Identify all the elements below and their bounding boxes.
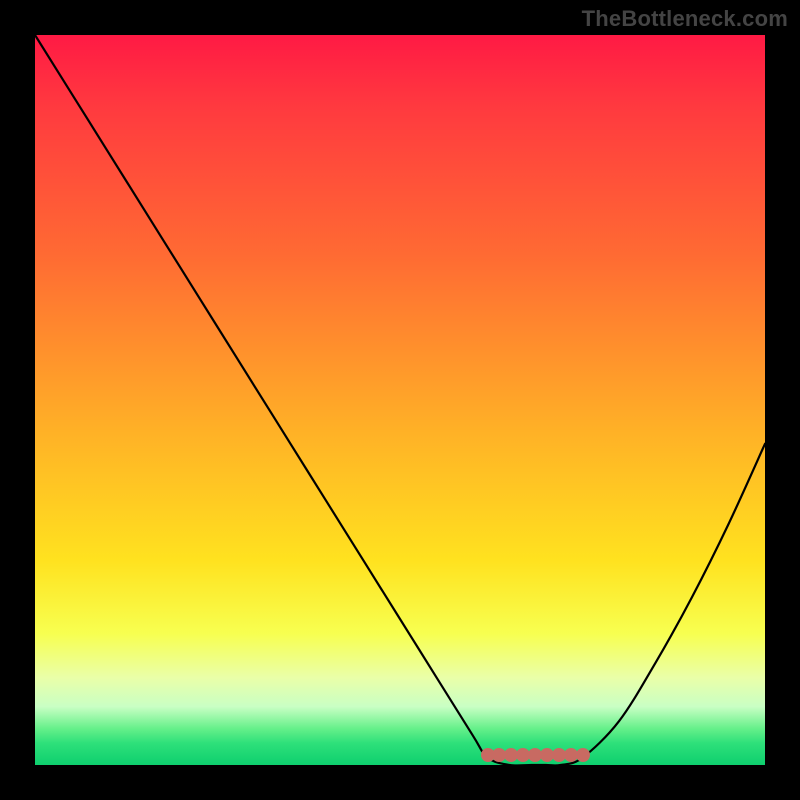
plot-area bbox=[35, 35, 765, 765]
optimal-dot bbox=[576, 748, 590, 762]
watermark-text: TheBottleneck.com bbox=[582, 6, 788, 32]
chart-container: TheBottleneck.com bbox=[0, 0, 800, 800]
optimal-range-dots bbox=[35, 35, 765, 765]
